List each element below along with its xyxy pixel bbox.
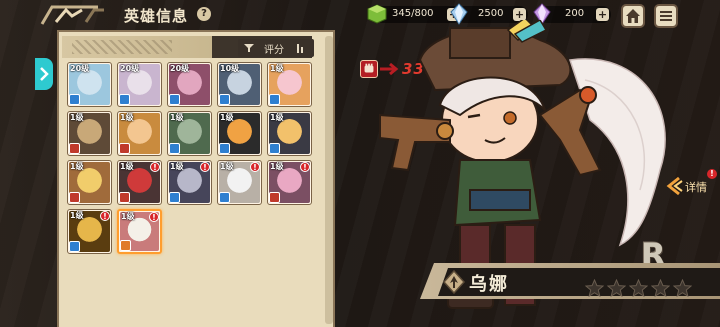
hero-class-icon — [119, 94, 130, 105]
hero-class-icon — [69, 192, 80, 203]
hero-level: 20级 — [170, 64, 190, 73]
star-icon — [629, 279, 648, 298]
hero-class-icon — [119, 192, 130, 203]
detail-alert-badge: ! — [707, 169, 717, 179]
sort-label: 评分 — [264, 45, 284, 56]
hero-card[interactable]: 1级 — [117, 111, 162, 156]
hero-card[interactable]: 20级 — [67, 62, 112, 107]
help-icon[interactable]: ? — [197, 7, 211, 21]
hero-level: 20级 — [120, 64, 140, 73]
hero-card[interactable]: 10级 — [217, 62, 262, 107]
alert-icon: ! — [250, 162, 260, 172]
panel-header: 评分 — [62, 36, 314, 58]
detail-chevron-icon — [666, 176, 683, 196]
hero-card[interactable]: 1级! — [67, 209, 112, 254]
hero-class-icon — [120, 240, 131, 251]
filter-icon — [244, 44, 254, 52]
hero-level: 20级 — [70, 64, 90, 73]
alert-icon: ! — [300, 162, 310, 172]
hero-class-icon — [69, 241, 80, 252]
hero-class-icon — [269, 94, 280, 105]
alert-icon: ! — [100, 211, 110, 221]
detail-label: 详情 — [685, 181, 707, 194]
detail-button[interactable]: 详情 ! — [663, 169, 717, 197]
star-icon — [585, 279, 604, 298]
hero-class-icon — [219, 94, 230, 105]
hero-card[interactable]: 1级! — [117, 160, 162, 205]
alert-icon: ! — [150, 162, 160, 172]
hero-class-icon — [269, 192, 280, 203]
hero-card[interactable]: 1级! — [167, 160, 212, 205]
hero-class-icon — [169, 143, 180, 154]
hero-level: 1级 — [270, 162, 284, 171]
hero-level: 1级 — [270, 64, 284, 73]
alert-icon: ! — [149, 212, 159, 222]
hero-level: 1级 — [270, 113, 284, 122]
alert-icon: ! — [200, 162, 210, 172]
hero-level: 1级 — [70, 162, 84, 171]
hero-level: 1级 — [120, 162, 134, 171]
gem-value: 200 — [565, 8, 585, 19]
crystal-value: 2500 — [478, 8, 504, 19]
expand-side-tab[interactable] — [35, 58, 53, 90]
hero-class-icon — [69, 143, 80, 154]
hero-card[interactable]: 1级 — [267, 111, 312, 156]
hero-card[interactable]: 1级 — [167, 111, 212, 156]
star-icon — [673, 279, 692, 298]
hero-class-icon — [169, 94, 180, 105]
hero-class-icon — [219, 192, 230, 203]
hero-card[interactable]: 1级! — [267, 160, 312, 205]
hero-card[interactable]: 20级 — [117, 62, 162, 107]
sort-order-icon — [297, 44, 303, 53]
hero-class-icon — [219, 143, 230, 154]
hero-card[interactable]: 1级! — [117, 209, 162, 254]
star-icon — [651, 279, 670, 298]
hero-card[interactable]: 20级 — [167, 62, 212, 107]
hero-level: 1级 — [170, 162, 184, 171]
hero-card[interactable]: 1级! — [217, 160, 262, 205]
hero-name: 乌娜 — [469, 274, 509, 295]
back-button[interactable] — [40, 4, 110, 26]
sort-button[interactable]: 评分 — [238, 39, 314, 57]
scrollbar[interactable] — [325, 36, 333, 324]
hero-card[interactable]: 1级 — [67, 160, 112, 205]
hero-level: 1级 — [220, 162, 234, 171]
hero-level: 1级 — [70, 211, 84, 220]
hero-card[interactable]: 1级 — [67, 111, 112, 156]
star-icon — [607, 279, 626, 298]
hero-level: 1级 — [220, 113, 234, 122]
hero-card[interactable]: 1级 — [217, 111, 262, 156]
hero-class-icon — [169, 192, 180, 203]
stamina-value: 345/800 — [392, 8, 434, 19]
hero-level: 10级 — [220, 64, 240, 73]
hero-list-panel: 评分 20级 20级 20级 10级 1级 1级 1级 1级 1级 1级 1级 1级! 1级! 1级! 1级… — [57, 30, 335, 327]
header-decoration — [72, 40, 172, 54]
hero-level: 1级 — [170, 113, 184, 122]
hero-level: 1级 — [70, 113, 84, 122]
hero-grid: 20级 20级 20级 10级 1级 1级 1级 1级 1级 1级 1级 1级! 1级! 1级! 1级! 1级… — [67, 62, 319, 254]
hero-stars — [585, 279, 695, 301]
hero-card[interactable]: 1级 — [267, 62, 312, 107]
hero-class-icon — [269, 143, 280, 154]
hero-class-icon — [69, 94, 80, 105]
chevron-right-icon — [40, 67, 49, 81]
hero-class-icon — [119, 143, 130, 154]
hero-level: 1级 — [121, 212, 135, 221]
class-badge-icon — [443, 270, 465, 294]
page-title: 英雄信息 — [124, 7, 189, 25]
hero-level: 1级 — [120, 113, 134, 122]
